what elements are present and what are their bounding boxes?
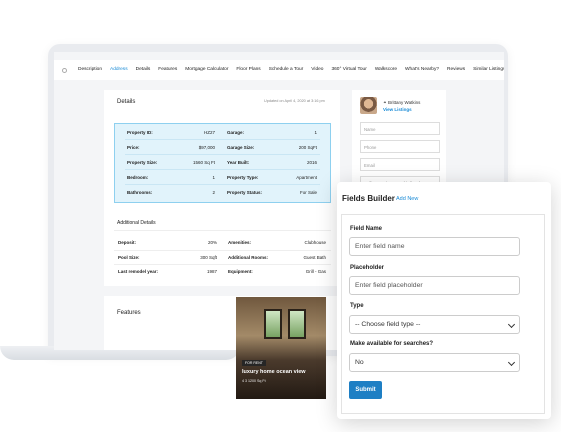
tab-schedule-a-tour[interactable]: Schedule a Tour bbox=[265, 60, 308, 80]
field-name-input[interactable] bbox=[349, 237, 520, 256]
divider bbox=[114, 264, 331, 265]
divider bbox=[125, 139, 320, 140]
view-listings-link[interactable]: View Listings bbox=[383, 107, 412, 112]
agent-name: ⚭ Brittany Watkins bbox=[383, 100, 421, 105]
tab-reviews[interactable]: Reviews bbox=[443, 60, 469, 80]
searchable-label: Make available for searches? bbox=[350, 341, 434, 347]
agent-phone-field[interactable]: Phone bbox=[360, 140, 440, 153]
placeholder-label: Placeholder bbox=[350, 265, 385, 271]
updated-date: Updated on April 4, 2020 at 3:16 pm bbox=[264, 99, 325, 103]
tab-floor-plans[interactable]: Floor Plans bbox=[232, 60, 264, 80]
type-label: Type bbox=[350, 303, 364, 309]
tab-similar-listings[interactable]: Similar Listings bbox=[469, 60, 504, 80]
field-name-label: Field Name bbox=[350, 226, 383, 232]
chevron-down-icon bbox=[507, 358, 516, 367]
divider bbox=[114, 250, 331, 251]
tab-whats-nearby[interactable]: What's Nearby? bbox=[401, 60, 443, 80]
tab-video[interactable]: Video bbox=[307, 60, 327, 80]
tab-mortgage-calculator[interactable]: Mortgage Calculator bbox=[181, 60, 232, 80]
listing-card[interactable]: FOR RENT luxury home ocean view 4 3 1200… bbox=[236, 297, 326, 399]
listing-status-badge: FOR RENT bbox=[242, 360, 266, 366]
searchable-select[interactable]: No bbox=[349, 353, 520, 372]
agent-name-field[interactable]: Name bbox=[360, 122, 440, 135]
listing-title[interactable]: luxury home ocean view bbox=[242, 369, 306, 375]
submit-button[interactable]: Submit bbox=[349, 381, 382, 399]
add-new-link[interactable]: Add New bbox=[396, 196, 418, 202]
divider bbox=[125, 154, 320, 155]
features-title: Features bbox=[117, 310, 141, 316]
tab-address[interactable]: Address bbox=[106, 60, 132, 80]
divider bbox=[125, 169, 320, 170]
gear-icon[interactable] bbox=[62, 67, 67, 73]
listing-meta: 4 3 1200 Sq Ft bbox=[242, 379, 266, 383]
property-tabs: Description Address Details Features Mor… bbox=[54, 60, 504, 80]
field-type-value: -- Choose field type -- bbox=[355, 321, 421, 328]
listing-photo bbox=[264, 309, 282, 339]
divider bbox=[125, 184, 320, 185]
listing-photo bbox=[288, 309, 306, 339]
tab-details[interactable]: Details bbox=[132, 60, 155, 80]
details-title: Details bbox=[117, 99, 136, 105]
placeholder-input[interactable] bbox=[349, 276, 520, 295]
tab-virtual-tour[interactable]: 360° Virtual Tour bbox=[327, 60, 370, 80]
property-details-box: Property ID: HZ27 Price: $97,000 Property … bbox=[114, 123, 331, 203]
details-card: Details Updated on April 4, 2020 at 3:16… bbox=[104, 90, 340, 286]
searchable-value: No bbox=[355, 359, 364, 366]
tab-walkscore[interactable]: Walkscore bbox=[371, 60, 401, 80]
agent-contact-card: ⚭ Brittany Watkins View Listings Name Ph… bbox=[352, 90, 446, 190]
fields-builder-panel: Fields Builder Add New Field Name Placeh… bbox=[337, 182, 551, 419]
divider bbox=[114, 230, 331, 231]
chevron-down-icon bbox=[507, 320, 516, 329]
field-type-select[interactable]: -- Choose field type -- bbox=[349, 315, 520, 334]
agent-email-field[interactable]: Email bbox=[360, 158, 440, 171]
tab-description[interactable]: Description bbox=[74, 60, 106, 80]
tab-features[interactable]: Features bbox=[154, 60, 181, 80]
fields-builder-title: Fields Builder bbox=[342, 194, 395, 203]
additional-details-title: Additional Details bbox=[117, 220, 156, 226]
agent-avatar bbox=[360, 97, 377, 114]
